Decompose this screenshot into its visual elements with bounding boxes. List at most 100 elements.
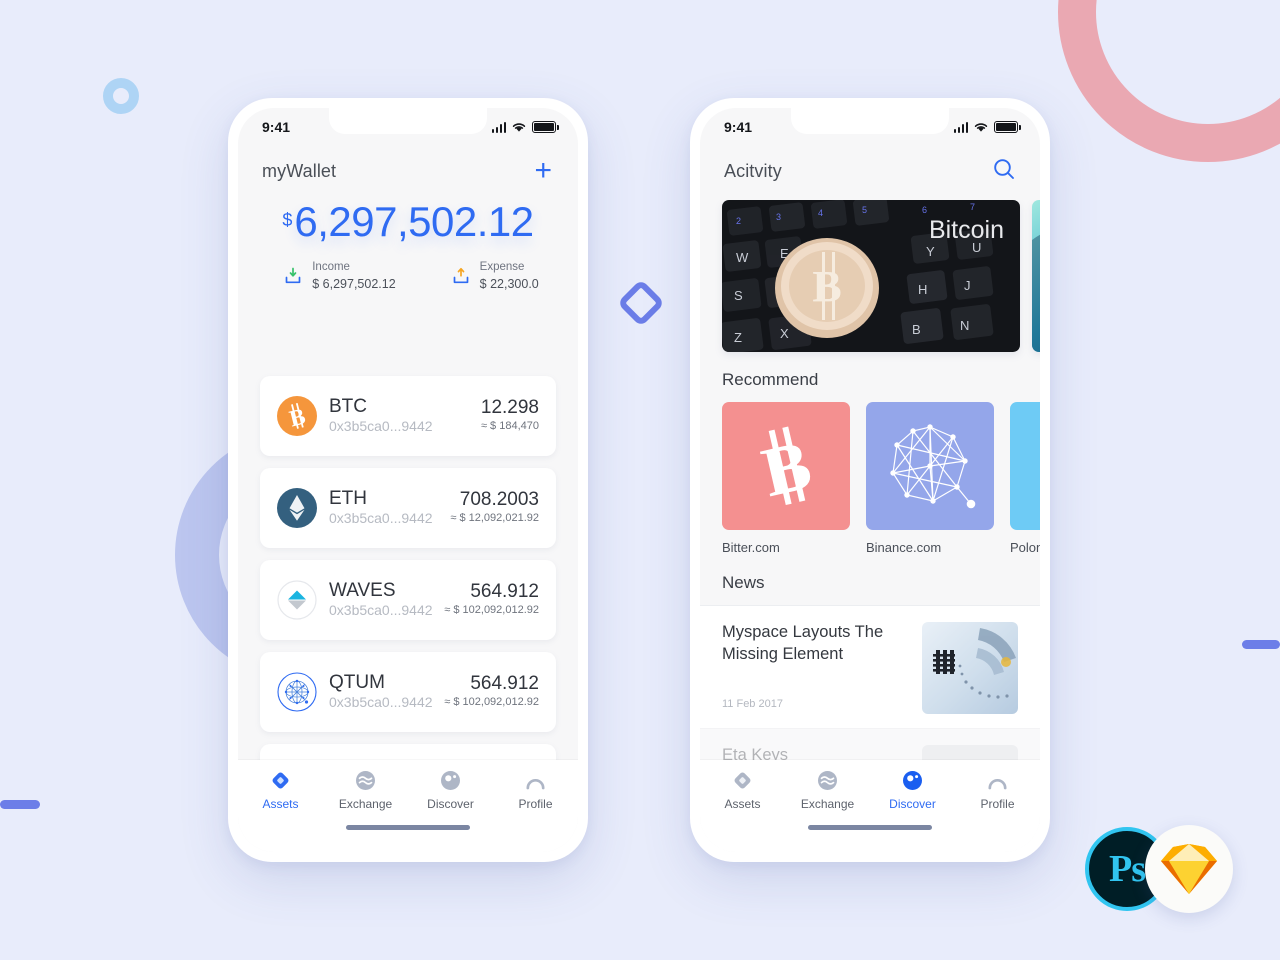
discover-screen: 9:41 Acitvity 2 3 4 5 6 7 W E Y U S H J … — [700, 108, 1040, 852]
news-heading: News — [722, 573, 765, 592]
left-bar-decoration — [0, 800, 40, 809]
svg-text:J: J — [964, 278, 971, 293]
income-download-icon — [283, 266, 303, 286]
table-row[interactable]: ETH 0x3b5ca0...9442 708.2003 ≈ $ 12,092,… — [260, 468, 556, 548]
poloniex-icon — [1010, 402, 1040, 530]
right-bar-decoration — [1242, 640, 1280, 649]
balance-section: $ 6,297,502.12 Income $ 6,297,502.12 Exp… — [238, 199, 578, 292]
svg-text:X: X — [780, 326, 789, 341]
asset-quantity: 564.912 — [470, 673, 539, 695]
tab-assets[interactable]: Assets — [238, 770, 323, 822]
wallet-nav-bar: myWallet + — [238, 142, 578, 200]
tab-label: Profile — [980, 797, 1015, 811]
income-value: $ 6,297,502.12 — [312, 276, 396, 291]
wifi-icon — [974, 123, 988, 132]
list-item[interactable]: Binance.com — [866, 402, 994, 555]
profile-person-icon — [525, 770, 546, 791]
table-row[interactable]: QTUM 0x3b5ca0...9442 564.912 ≈ $ 102,092… — [260, 652, 556, 732]
notch — [791, 108, 949, 134]
table-row[interactable]: B BTC 0x3b5ca0...9442 12.298 ≈ $ 184,470 — [260, 376, 556, 456]
svg-text:B: B — [812, 262, 841, 311]
phone-discover: 9:41 Acitvity 2 3 4 5 6 7 W E Y U S H J … — [690, 98, 1050, 862]
search-icon[interactable] — [992, 157, 1016, 186]
tab-exchange[interactable]: Exchange — [323, 770, 408, 822]
tab-label: Discover — [889, 797, 936, 811]
sketch-diamond-icon — [1161, 844, 1217, 894]
svg-text:5: 5 — [862, 205, 867, 215]
asset-address: 0x3b5ca0...9442 — [329, 602, 433, 619]
expense-label: Expense — [479, 261, 525, 274]
list-item[interactable]: Myspace Layouts The Missing Element 11 F… — [700, 605, 1040, 728]
cellular-signal-icon — [491, 121, 506, 133]
svg-text:B: B — [912, 322, 921, 337]
news-thumbnail — [922, 622, 1018, 714]
battery-icon — [532, 121, 559, 133]
asset-quantity: 564.912 — [470, 581, 539, 603]
asset-address: 0x3b5ca0...9442 — [329, 418, 433, 435]
notch — [329, 108, 487, 134]
asset-address: 0x3b5ca0...9442 — [329, 510, 433, 527]
svg-text:4: 4 — [818, 208, 823, 218]
tab-discover[interactable]: Discover — [408, 770, 493, 822]
expense-summary[interactable]: Expense $ 22,300.0 — [451, 260, 539, 292]
svg-text:Y: Y — [926, 244, 935, 259]
asset-usd-value: ≈ $ 102,092,012.92 — [444, 604, 539, 617]
tab-label: Assets — [724, 797, 761, 811]
status-time: 9:41 — [724, 119, 753, 135]
carousel-slide-next[interactable] — [1032, 200, 1040, 352]
asset-symbol: ETH — [329, 488, 367, 510]
expense-value: $ 22,300.0 — [479, 276, 539, 291]
list-item[interactable]: Poloniex — [1010, 402, 1040, 555]
svg-text:3: 3 — [776, 212, 781, 222]
bitcoin-icon: B — [277, 396, 317, 436]
assets-diamond-icon — [270, 770, 291, 791]
page-title: myWallet — [262, 160, 337, 181]
asset-symbol: WAVES — [329, 580, 396, 602]
tab-label: Assets — [262, 797, 299, 811]
table-row[interactable]: WAVES 0x3b5ca0...9442 564.912 ≈ $ 102,09… — [260, 560, 556, 640]
tab-discover[interactable]: Discover — [870, 770, 955, 822]
recommend-list[interactable]: B Bitter.com Binance.com Polon — [700, 402, 1040, 555]
discover-compass-icon — [440, 770, 461, 791]
svg-text:Z: Z — [734, 330, 742, 345]
slide-label: Bitcoin — [929, 216, 1004, 244]
tab-profile[interactable]: Profile — [493, 770, 578, 822]
cellular-signal-icon — [953, 121, 968, 133]
carousel-slide[interactable]: 2345 67 WE YU SD HJ ZX BN — [722, 200, 1020, 352]
battery-icon — [994, 121, 1021, 133]
discover-content[interactable]: 2345 67 WE YU SD HJ ZX BN — [700, 200, 1040, 852]
plus-icon[interactable]: + — [532, 156, 554, 186]
bitcoin-b-icon: B — [722, 402, 850, 530]
tab-bar-right: Assets Exchange Discover Profile — [700, 760, 1040, 852]
news-title: Myspace Layouts The Missing Element — [722, 623, 884, 663]
svg-text:6: 6 — [922, 205, 927, 215]
asset-quantity: 708.2003 — [459, 489, 539, 511]
assets-diamond-icon — [732, 770, 753, 791]
recommend-name: Binance.com — [866, 540, 942, 555]
balance-currency: $ — [282, 210, 293, 230]
discover-nav-bar: Acitvity — [700, 142, 1040, 200]
phone-wallet: 9:41 myWallet + $ 6,297,502.12 Income $ … — [228, 98, 588, 862]
asset-usd-value: ≈ $ 12,092,021.92 — [450, 512, 539, 525]
income-summary[interactable]: Income $ 6,297,502.12 — [283, 260, 396, 292]
income-label: Income — [312, 261, 350, 274]
exchange-waves-icon — [355, 770, 376, 791]
status-time: 9:41 — [262, 119, 291, 135]
tab-bar-left: Assets Exchange Discover Profile — [238, 760, 578, 852]
svg-text:H: H — [918, 282, 927, 297]
asset-usd-value: ≈ $ 184,470 — [480, 420, 539, 433]
tab-assets[interactable]: Assets — [700, 770, 785, 822]
tab-exchange[interactable]: Exchange — [785, 770, 870, 822]
tab-profile[interactable]: Profile — [955, 770, 1040, 822]
list-item[interactable]: B Bitter.com — [722, 402, 850, 555]
pink-ring-decoration — [1058, 0, 1280, 162]
page-title: Acitvity — [724, 160, 782, 181]
wifi-icon — [512, 123, 526, 132]
recommend-name: Poloniex — [1010, 540, 1040, 555]
home-indicator[interactable] — [346, 825, 470, 830]
activity-carousel[interactable]: 2345 67 WE YU SD HJ ZX BN — [700, 200, 1040, 352]
tab-label: Profile — [518, 797, 553, 811]
home-indicator[interactable] — [808, 825, 932, 830]
polygon-mesh-icon — [866, 402, 994, 530]
tab-label: Exchange — [338, 797, 393, 811]
